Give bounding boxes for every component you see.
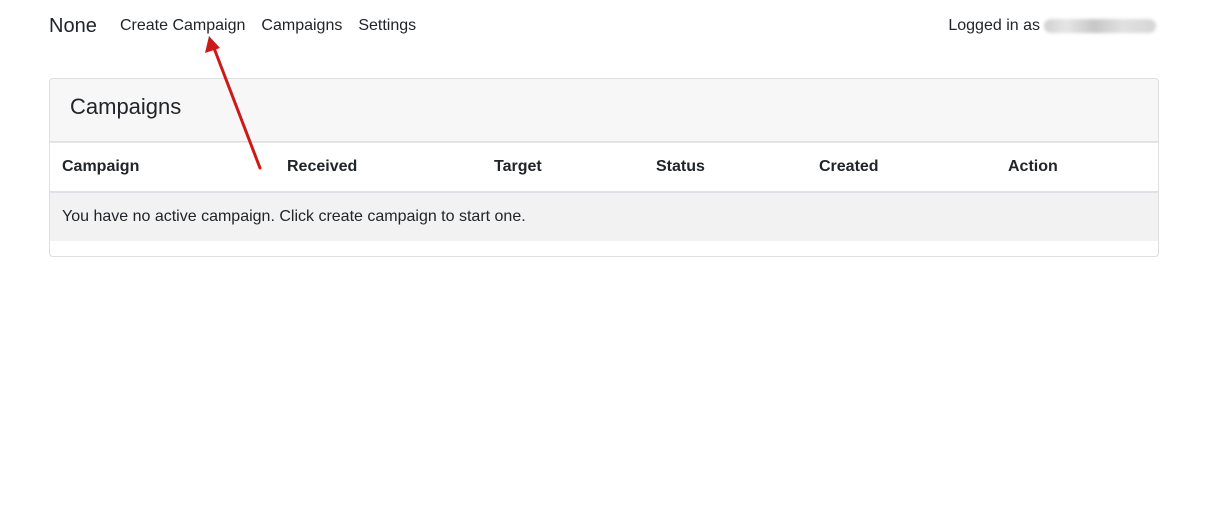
card-header: Campaigns: [50, 79, 1158, 142]
nav-item-campaigns: Campaigns: [261, 16, 342, 36]
campaigns-link[interactable]: Campaigns: [261, 17, 342, 34]
login-label: Logged in as: [948, 17, 1040, 34]
campaigns-table: Campaign Received Target Status Created …: [50, 142, 1158, 241]
redacted-username: [1044, 19, 1156, 33]
table-body: You have no active campaign. Click creat…: [50, 191, 1158, 241]
table-header-row: Campaign Received Target Status Created …: [50, 142, 1158, 193]
column-header-status: Status: [644, 142, 807, 193]
empty-state-message: You have no active campaign. Click creat…: [50, 191, 1158, 241]
table-header: Campaign Received Target Status Created …: [50, 142, 1158, 193]
column-header-received: Received: [275, 142, 482, 193]
column-header-action: Action: [996, 142, 1158, 193]
top-navbar: None Create Campaign Campaigns Settings …: [0, 0, 1226, 52]
campaigns-card: Campaigns Campaign Received Target Statu…: [49, 78, 1159, 257]
settings-link[interactable]: Settings: [358, 17, 416, 34]
nav-item-settings: Settings: [358, 16, 416, 36]
column-header-campaign: Campaign: [50, 142, 275, 193]
table-row: You have no active campaign. Click creat…: [50, 191, 1158, 241]
nav-item-create-campaign: Create Campaign: [120, 16, 245, 36]
nav-links: Create Campaign Campaigns Settings: [120, 16, 416, 36]
column-header-target: Target: [482, 142, 644, 193]
card-title: Campaigns: [70, 94, 182, 119]
login-status: Logged in as: [948, 16, 1156, 36]
create-campaign-link[interactable]: Create Campaign: [120, 17, 245, 34]
column-header-created: Created: [807, 142, 996, 193]
brand-link[interactable]: None: [49, 14, 97, 38]
